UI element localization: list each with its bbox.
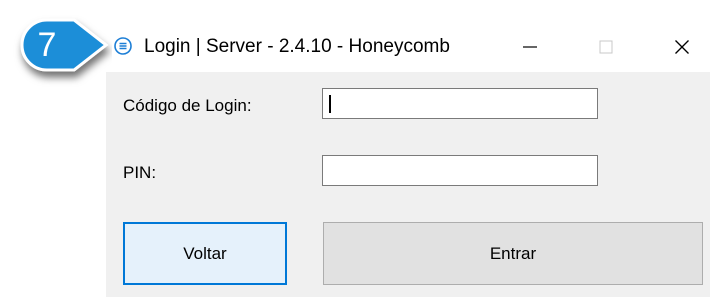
maximize-button[interactable] bbox=[578, 22, 634, 72]
pin-input[interactable] bbox=[323, 156, 597, 185]
minimize-icon bbox=[523, 46, 537, 48]
login-code-field[interactable] bbox=[322, 88, 598, 119]
step-badge-number: 7 bbox=[37, 26, 57, 64]
login-code-input[interactable] bbox=[323, 89, 597, 118]
enter-button-label: Entrar bbox=[489, 243, 537, 263]
close-button[interactable] bbox=[654, 22, 710, 72]
window-title: Login | Server - 2.4.10 - Honeycomb bbox=[144, 36, 450, 57]
title-bar[interactable]: Login | Server - 2.4.10 - Honeycomb bbox=[106, 22, 710, 72]
login-window: Login | Server - 2.4.10 - Honeycomb Códi… bbox=[106, 22, 710, 297]
minimize-button[interactable] bbox=[502, 22, 558, 72]
login-code-label: Código de Login: bbox=[123, 96, 252, 115]
maximize-icon bbox=[599, 40, 613, 54]
close-icon bbox=[675, 40, 689, 54]
list-circle-icon bbox=[114, 37, 132, 55]
pin-label: PIN: bbox=[123, 163, 157, 182]
back-button[interactable]: Voltar bbox=[123, 222, 287, 285]
pin-field[interactable] bbox=[322, 155, 598, 186]
back-button-label: Voltar bbox=[183, 243, 227, 263]
text-caret bbox=[329, 95, 331, 113]
enter-button[interactable]: Entrar bbox=[323, 222, 703, 285]
